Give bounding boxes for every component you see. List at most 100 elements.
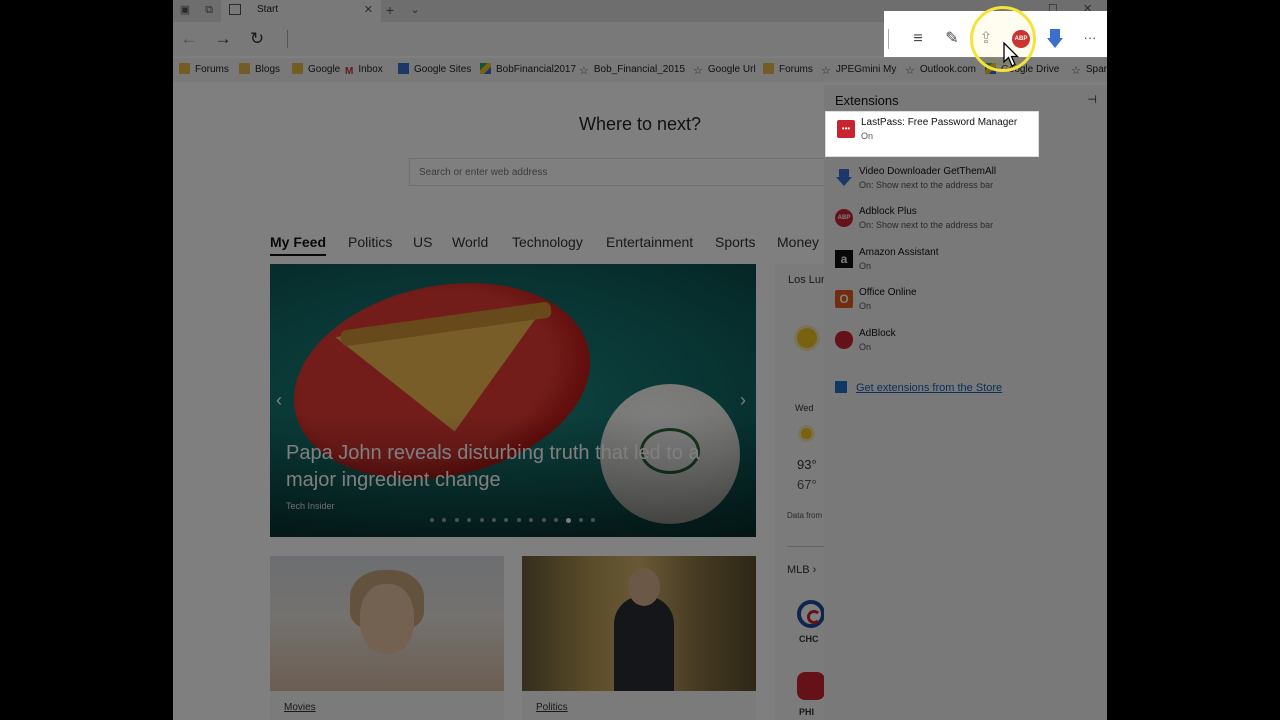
favorites-bar: Forums Blogs Google M Inbox Google Sites BobFi… — [173, 58, 1107, 82]
news-card-movies[interactable]: Movies — [270, 556, 504, 720]
favorite-label: My — [883, 64, 897, 75]
set-aside-icon[interactable]: ⧉ — [202, 3, 216, 17]
forward-button[interactable]: → — [212, 28, 234, 50]
folder-icon — [763, 63, 774, 74]
favorite-label: BobFinancial2017 — [496, 64, 577, 75]
carousel-dot[interactable] — [554, 518, 558, 522]
divider — [888, 29, 889, 49]
favorite-label: Google Sites — [414, 64, 472, 75]
search-input[interactable]: Search or enter web address — [409, 158, 829, 186]
panel-dim-overlay — [824, 85, 1107, 720]
star-icon: ☆ — [905, 65, 915, 77]
tab-sports[interactable]: Sports — [715, 234, 755, 250]
hero-carousel[interactable]: ‹ › Papa John reveals disturbing truth t… — [270, 264, 756, 537]
carousel-dot[interactable] — [492, 518, 496, 522]
low-temp: 67° — [797, 477, 817, 492]
favorite-6[interactable]: ☆ Bob_Financial_2015 — [579, 63, 685, 77]
favorite-label: Bob_Financial_2015 — [593, 64, 686, 75]
carousel-dot[interactable] — [516, 518, 521, 522]
carousel-dot[interactable] — [430, 518, 434, 522]
team-abbr: PHI — [799, 707, 815, 717]
forecast-day: Wed — [795, 403, 814, 413]
favorite-8[interactable]: Forums — [763, 63, 813, 77]
download-toolbar-icon[interactable] — [1047, 29, 1063, 49]
star-icon: ☆ — [821, 65, 831, 77]
tab-technology[interactable]: Technology — [512, 234, 583, 250]
favorite-label: Google Url — [707, 64, 756, 75]
tab-start[interactable]: Start ✕ — [221, 0, 381, 22]
favorite-1[interactable]: Blogs — [239, 63, 280, 77]
tabs-icon[interactable]: ▣ — [178, 3, 192, 17]
extension-name: LastPass: Free Password Manager — [861, 117, 1018, 128]
close-tab-icon[interactable]: ✕ — [364, 0, 373, 20]
favorite-11[interactable]: ☆ Outlook.com — [905, 63, 976, 77]
weather-location: Los Lun — [788, 274, 828, 286]
tab-world[interactable]: World — [452, 234, 488, 250]
card-image — [522, 556, 756, 691]
favorite-label: JPEGmini — [835, 64, 881, 75]
hub-icon[interactable]: ≡ — [907, 28, 929, 50]
favorite-label: Google — [308, 64, 341, 75]
star-icon: ☆ — [579, 65, 589, 77]
card-category[interactable]: Movies — [284, 702, 316, 713]
favorite-label: Spar — [1085, 64, 1107, 75]
team-abbr: CHC — [799, 634, 819, 644]
tab-us[interactable]: US — [413, 234, 432, 250]
carousel-prev-icon[interactable]: ‹ — [276, 390, 282, 411]
phillies-logo-icon — [797, 672, 825, 700]
back-button[interactable]: ← — [178, 28, 200, 50]
extension-status: On — [861, 131, 874, 141]
tab-title: Start — [257, 4, 279, 15]
tab-politics[interactable]: Politics — [348, 234, 392, 250]
favorite-0[interactable]: Forums — [179, 63, 229, 77]
mlb-link[interactable]: MLB › — [787, 564, 816, 576]
weather-source: Data from — [787, 511, 823, 520]
tab-menu-chevron-icon[interactable]: ⌄ — [408, 3, 422, 17]
card-category[interactable]: Politics — [536, 702, 568, 713]
folder-icon — [179, 63, 190, 74]
refresh-button[interactable]: ↻ — [246, 28, 268, 50]
sun-icon — [797, 328, 817, 348]
favorite-13[interactable]: ☆ Spar — [1071, 63, 1107, 77]
favorite-label: Outlook.com — [919, 64, 977, 75]
cubs-logo-icon — [797, 600, 825, 628]
favorite-5[interactable]: BobFinancial2017 — [480, 63, 576, 77]
hero-source: Tech Insider — [286, 501, 335, 511]
folder-icon — [239, 63, 250, 74]
tab-my-feed[interactable]: My Feed — [270, 234, 327, 256]
carousel-dot[interactable] — [541, 518, 546, 522]
favorite-7[interactable]: ☆ Google Url — [693, 63, 756, 77]
extension-item[interactable]: ••• LastPass: Free Password Manager On — [825, 111, 1039, 157]
lastpass-icon: ••• — [837, 120, 855, 138]
tab-entertainment[interactable]: Entertainment — [606, 234, 693, 250]
hero-headline[interactable]: Papa John reveals disturbing truth that … — [286, 440, 736, 494]
favorite-4[interactable]: Google Sites — [398, 63, 471, 77]
favorite-label: Blogs — [255, 64, 281, 75]
favorite-10[interactable]: My — [883, 63, 896, 77]
favorite-3[interactable]: M Inbox — [345, 63, 383, 77]
web-note-icon[interactable]: ✎ — [941, 28, 963, 50]
star-icon: ☆ — [693, 65, 703, 77]
gdrive-icon — [480, 63, 491, 74]
favorite-9[interactable]: ☆ JPEGmini — [821, 63, 880, 77]
carousel-next-icon[interactable]: › — [740, 390, 746, 411]
screen: ▣ ⧉ Start ✕ + ⌄ ☐ ✕ ← → ↻ Forums Blogs Goo… — [0, 0, 1280, 720]
favorite-label: Inbox — [358, 64, 383, 75]
card-image — [270, 556, 504, 691]
folder-icon — [292, 63, 303, 74]
carousel-dot[interactable] — [479, 518, 484, 522]
favorite-label: Forums — [195, 64, 229, 75]
favorite-2[interactable]: Google — [292, 63, 340, 77]
carousel-dot[interactable] — [454, 518, 459, 522]
star-icon: ☆ — [1071, 65, 1081, 77]
gmail-icon: M — [345, 66, 354, 77]
more-icon[interactable]: ··· — [1079, 27, 1101, 49]
extensions-panel: Extensions ⊣ Video Downloader GetThemAll… — [824, 85, 1107, 720]
page-icon — [229, 4, 241, 15]
divider — [287, 30, 288, 48]
tab-money[interactable]: Money — [777, 234, 819, 250]
page-heading: Where to next? — [579, 114, 702, 134]
new-tab-button[interactable]: + — [383, 3, 397, 17]
carousel-dot[interactable] — [578, 518, 583, 522]
news-card-politics[interactable]: Politics — [522, 556, 756, 720]
